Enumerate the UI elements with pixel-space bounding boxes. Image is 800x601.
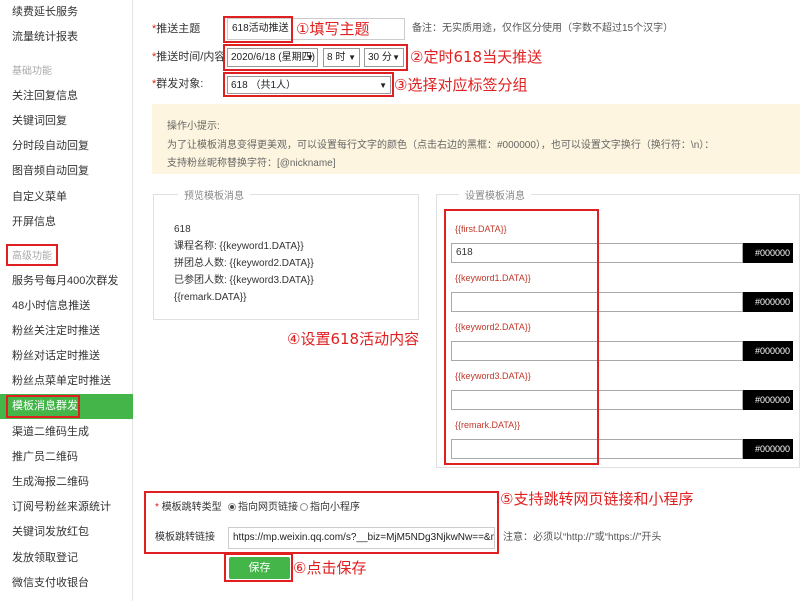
sidebar-item[interactable]: 图音频自动回复 (0, 159, 133, 184)
topic-label: *推送主题 (152, 23, 201, 35)
tips-line2: 支持粉丝昵称替换字符：[@nickname] (167, 158, 336, 169)
field-input-remark[interactable] (451, 439, 743, 459)
sidebar-item[interactable]: 订阅号粉丝来源统计 (0, 495, 133, 520)
annotation-4: ④设置618活动内容 (287, 330, 420, 348)
sidebar-group-label: 高级功能 (12, 251, 52, 262)
field-input-first[interactable]: 618 (451, 243, 743, 263)
color-picker-keyword3[interactable]: #000000 (743, 390, 793, 410)
jump-option-mini[interactable]: 指向小程序 (300, 500, 360, 516)
annotation-6: ⑥点击保存 (293, 559, 367, 577)
sidebar-item[interactable]: 48小时信息推送 (0, 294, 133, 319)
tips-title: 操作小提示: (167, 121, 220, 132)
field-label-first: {{first.DATA}} (455, 224, 507, 234)
sidebar-item[interactable]: 关键词发放红包 (0, 520, 133, 545)
sidebar-item[interactable]: 开屏信息 (0, 210, 133, 235)
preview-line: {{remark.DATA}} (174, 292, 247, 303)
preview-line: 已参团人数: {{keyword3.DATA}} (174, 275, 314, 286)
save-button[interactable]: 保存 (229, 557, 290, 579)
field-label-keyword3: {{keyword3.DATA}} (455, 371, 531, 381)
sidebar-item[interactable]: 分时段自动回复 (0, 134, 133, 159)
sidebar-item[interactable]: 微信支付收银台 (0, 571, 133, 596)
sidebar-item[interactable]: 粉丝关注定时推送 (0, 319, 133, 344)
minute-select[interactable]: 30 分 ▼ (364, 48, 404, 67)
color-picker-keyword1[interactable]: #000000 (743, 292, 793, 312)
sidebar-item[interactable]: 关注回复信息 (0, 84, 133, 109)
preview-line: 618 (174, 224, 191, 235)
sidebar-item[interactable]: 渠道二维码生成 (0, 420, 133, 445)
annotation-1: ①填写主题 (296, 20, 370, 38)
color-picker-keyword2[interactable]: #000000 (743, 341, 793, 361)
radio-mini-icon (300, 503, 308, 511)
field-label-remark: {{remark.DATA}} (455, 420, 521, 430)
field-label-keyword1: {{keyword1.DATA}} (455, 273, 531, 283)
field-input-keyword2[interactable] (451, 341, 743, 361)
jump-link-note: 注意：必须以“http://”或“https://”开头 (503, 532, 662, 543)
radio-web-icon (228, 503, 236, 511)
preview-panel: 预览模板消息 618 课程名称: {{keyword1.DATA}} 拼团总人数… (153, 187, 419, 320)
sidebar-item[interactable]: 生成海报二维码 (0, 470, 133, 495)
preview-line: 拼团总人数: {{keyword2.DATA}} (174, 258, 314, 269)
sidebar-item[interactable]: 发放领取登记 (0, 546, 133, 571)
sidebar-group-label: 基础功能 (12, 66, 52, 77)
color-picker-first[interactable]: #000000 (743, 243, 793, 263)
settings-title: 设置模板消息 (459, 187, 531, 202)
jump-option-web[interactable]: 指向网页链接 (228, 500, 298, 516)
topic-note: 备注：无实质用途，仅作区分使用（字数不超过15个汉字） (412, 23, 674, 34)
field-input-keyword3[interactable] (451, 390, 743, 410)
tips-box: 操作小提示: 为了让模板消息变得更美观，可以设置每行文字的颜色（点击右边的黑框：… (152, 104, 800, 174)
sidebar-item[interactable]: 粉丝点菜单定时推送 (0, 369, 133, 394)
jump-type-label: * 模板跳转类型 (155, 502, 222, 513)
annotation-2: ②定时618当天推送 (410, 48, 543, 66)
field-label-keyword2: {{keyword2.DATA}} (455, 322, 531, 332)
sidebar-item[interactable]: 服务号每月400次群发 (0, 269, 133, 294)
tips-line1: 为了让模板消息变得更美观，可以设置每行文字的颜色（点击右边的黑框：#000000… (167, 140, 715, 151)
sidebar-item[interactable]: 流量统计报表 (0, 25, 133, 50)
annotation-3: ③选择对应标签分组 (394, 76, 528, 94)
preview-line: 课程名称: {{keyword1.DATA}} (174, 241, 304, 252)
field-input-keyword1[interactable] (451, 292, 743, 312)
target-select[interactable]: 618 （共1人） ▼ (227, 76, 391, 94)
sidebar-item[interactable]: 推广员二维码 (0, 445, 133, 470)
sidebar-item[interactable]: 关键词回复 (0, 109, 133, 134)
jump-link-label: 模板跳转链接 (155, 532, 215, 543)
sidebar: 续费延长服务 流量统计报表基础功能关注回复信息 关键词回复 分时段自动回复 图音频自动回… (0, 0, 133, 601)
color-picker-remark[interactable]: #000000 (743, 439, 793, 459)
date-select[interactable]: 2020/6/18 (星期四) ▼ (227, 48, 318, 67)
target-label: *群发对象: (152, 78, 204, 90)
jump-link-input[interactable]: https://mp.weixin.qq.com/s?__biz=MjM5NDg… (228, 527, 495, 549)
sidebar-item[interactable]: 粉丝对话定时推送 (0, 344, 133, 369)
sidebar-item[interactable]: 续费延长服务 (0, 0, 133, 25)
sidebar-item[interactable]: 自定义菜单 (0, 185, 133, 210)
hour-select[interactable]: 8 时 ▼ (323, 48, 360, 67)
sidebar-item[interactable]: 模板消息群发 (0, 394, 133, 419)
annotation-5: ⑤支持跳转网页链接和小程序 (500, 490, 694, 508)
preview-title: 预览模板消息 (178, 187, 250, 202)
time-label: *推送时间/内容 (152, 51, 226, 63)
